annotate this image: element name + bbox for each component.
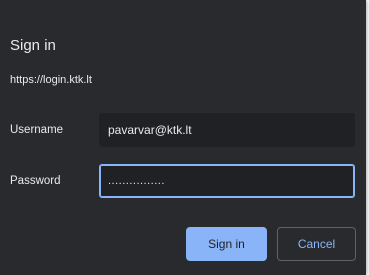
sign-in-button[interactable]: Sign in bbox=[186, 227, 267, 261]
dialog-title: Sign in bbox=[10, 37, 56, 54]
username-field[interactable] bbox=[99, 113, 355, 147]
cancel-button[interactable]: Cancel bbox=[277, 227, 356, 261]
origin-url: https://login.ktk.lt bbox=[10, 74, 92, 86]
password-label: Password bbox=[10, 175, 61, 187]
sign-in-dialog: Sign in https://login.ktk.lt Username Pa… bbox=[0, 0, 366, 275]
username-label: Username bbox=[10, 124, 64, 136]
password-field[interactable] bbox=[99, 164, 355, 198]
